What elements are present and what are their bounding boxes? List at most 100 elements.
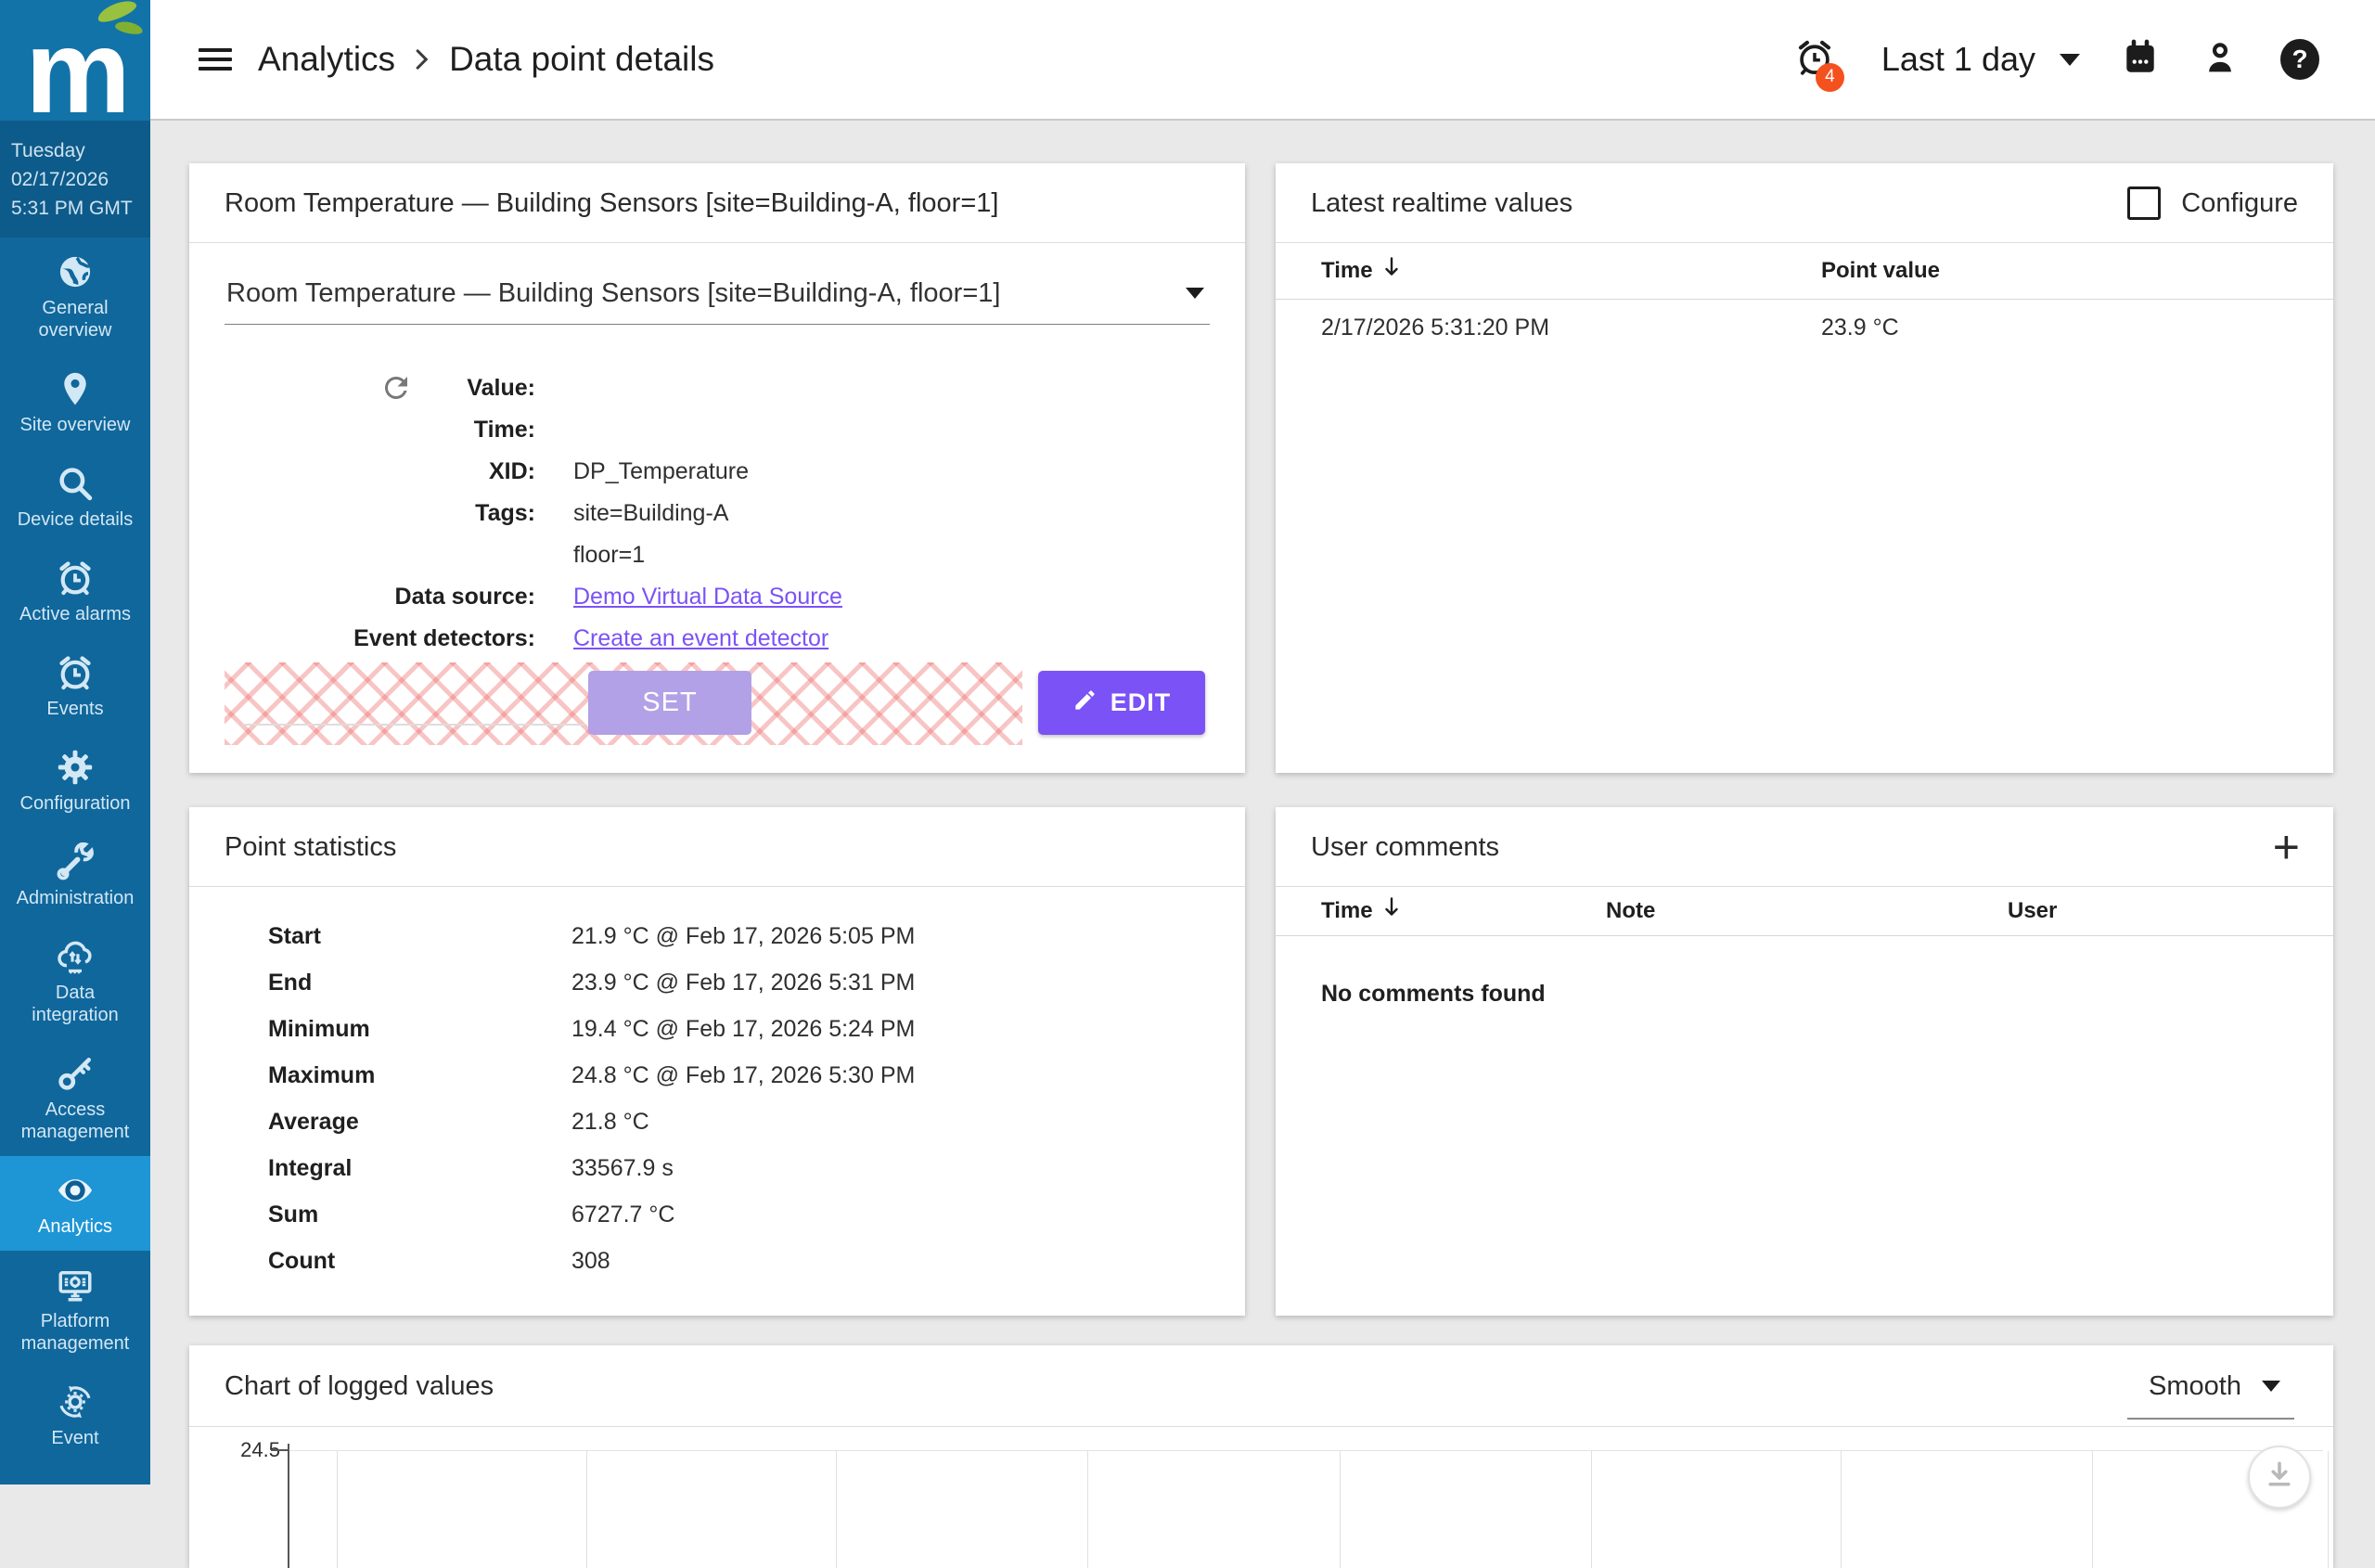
vertical-gridline bbox=[1591, 1451, 1592, 1568]
edit-button[interactable]: EDIT bbox=[1038, 671, 1205, 735]
alarm-clock-icon bbox=[4, 559, 147, 599]
horizontal-gridline bbox=[289, 1450, 2323, 1451]
sidebar-item-label: Active alarms bbox=[14, 603, 136, 625]
sidebar-item-analytics[interactable]: Analytics bbox=[0, 1156, 150, 1251]
xid-label: XID: bbox=[189, 451, 535, 493]
point-selector[interactable]: Room Temperature — Building Sensors [sit… bbox=[225, 278, 1210, 325]
no-comments-message: No comments found bbox=[1321, 981, 2333, 1008]
sidebar-item-administration[interactable]: Administration bbox=[0, 828, 150, 922]
realtime-row-time: 2/17/2026 5:31:20 PM bbox=[1276, 315, 1821, 341]
stat-row: Count308 bbox=[268, 1238, 1210, 1284]
user-comments-card: User comments + Time Note User No commen… bbox=[1276, 807, 2333, 1316]
sidebar-item-general-overview[interactable]: General overview bbox=[0, 238, 150, 354]
y-axis-tick-mark bbox=[271, 1449, 288, 1451]
sidebar-item-access-management[interactable]: Access management bbox=[0, 1039, 150, 1156]
user-account-button[interactable] bbox=[2201, 37, 2240, 83]
sidebar-item-label: General overview bbox=[14, 297, 136, 341]
globe-icon bbox=[4, 252, 147, 293]
date-text: 02/17/2026 bbox=[11, 165, 143, 194]
sidebar-item-data-integration[interactable]: Data integration bbox=[0, 922, 150, 1039]
gear-icon bbox=[4, 748, 147, 789]
help-button[interactable]: ? bbox=[2280, 39, 2319, 80]
chart-plot-area[interactable]: 24.5 bbox=[189, 1427, 2333, 1568]
sidebar-item-label: Events bbox=[14, 698, 136, 720]
rollup-mode-select[interactable]: Smooth bbox=[2149, 1345, 2280, 1427]
realtime-row[interactable]: 2/17/2026 5:31:20 PM 23.9 °C bbox=[1276, 300, 2333, 341]
sidebar: m Tuesday 02/17/2026 5:31 PM GMT General… bbox=[0, 0, 150, 1484]
point-details-card: Room Temperature — Building Sensors [sit… bbox=[189, 163, 1245, 773]
chevron-right-icon bbox=[414, 46, 430, 72]
question-mark-icon: ? bbox=[2292, 45, 2307, 74]
sidebar-item-platform-management[interactable]: Platform management bbox=[0, 1251, 150, 1368]
rollup-select-underline bbox=[2127, 1418, 2294, 1420]
sidebar-item-label: Event bbox=[14, 1427, 136, 1449]
edit-button-label: EDIT bbox=[1110, 688, 1172, 717]
sidebar-item-site-overview[interactable]: Site overview bbox=[0, 354, 150, 449]
realtime-row-value: 23.9 °C bbox=[1821, 315, 2192, 341]
user-column-header[interactable]: User bbox=[2008, 898, 2193, 924]
gear-arrows-icon bbox=[4, 1382, 147, 1423]
calendar-button[interactable] bbox=[2121, 37, 2160, 83]
wrench-icon bbox=[4, 842, 147, 883]
refresh-icon[interactable] bbox=[379, 371, 413, 409]
comments-table-header: Time Note User bbox=[1276, 887, 2333, 936]
tag-value: floor=1 bbox=[573, 534, 645, 576]
chevron-down-icon bbox=[2262, 1381, 2280, 1392]
configure-checkbox[interactable] bbox=[2127, 186, 2161, 220]
time-column-header[interactable]: Time bbox=[1276, 895, 1606, 927]
sidebar-item-events[interactable]: Events bbox=[0, 638, 150, 733]
sidebar-item-label: Device details bbox=[14, 508, 136, 531]
weekday-text: Tuesday bbox=[11, 136, 143, 165]
alarm-notifications-button[interactable]: 4 bbox=[1794, 37, 1835, 83]
sort-desc-icon bbox=[1382, 255, 1401, 287]
chevron-down-icon bbox=[1186, 288, 1204, 299]
vertical-gridline bbox=[337, 1451, 338, 1568]
value-label: Value: bbox=[189, 367, 535, 409]
add-comment-button[interactable]: + bbox=[2273, 807, 2300, 887]
sidebar-item-configuration[interactable]: Configuration bbox=[0, 733, 150, 828]
sidebar-item-label: Administration bbox=[14, 887, 136, 909]
time-column-header[interactable]: Time bbox=[1276, 255, 1821, 287]
menu-icon[interactable] bbox=[199, 48, 232, 71]
stat-row: Maximum24.8 °C @ Feb 17, 2026 5:30 PM bbox=[268, 1052, 1210, 1099]
point-statistics-card: Point statistics Start21.9 °C @ Feb 17, … bbox=[189, 807, 1245, 1316]
point-detail-fields: Value: Time: XID:DP_Temperature Tags:sit… bbox=[189, 367, 1245, 660]
point-value-column-header[interactable]: Point value bbox=[1821, 258, 2192, 284]
tags-label: Tags: bbox=[189, 493, 535, 534]
sidebar-nav: General overview Site overview Device de… bbox=[0, 238, 150, 1484]
pencil-icon bbox=[1072, 688, 1098, 719]
eye-icon bbox=[4, 1171, 147, 1212]
breadcrumb: Analytics Data point details bbox=[258, 40, 714, 79]
alarm-clock-icon bbox=[4, 653, 147, 694]
sidebar-item-device-details[interactable]: Device details bbox=[0, 449, 150, 544]
chart-card-title: Chart of logged values bbox=[189, 1345, 2333, 1427]
time-range-value: Last 1 day bbox=[1881, 40, 2035, 79]
create-event-detector-link[interactable]: Create an event detector bbox=[573, 625, 828, 651]
app-logo[interactable]: m bbox=[0, 0, 150, 121]
note-column-header[interactable]: Note bbox=[1606, 898, 2008, 924]
sort-desc-icon bbox=[1382, 895, 1401, 927]
time-label: Time: bbox=[189, 409, 535, 451]
vertical-gridline bbox=[1841, 1451, 1842, 1568]
sidebar-item-active-alarms[interactable]: Active alarms bbox=[0, 544, 150, 638]
key-icon bbox=[4, 1054, 147, 1095]
realtime-table-header: Time Point value bbox=[1276, 243, 2333, 300]
download-chart-button[interactable] bbox=[2248, 1446, 2311, 1509]
location-pin-icon bbox=[4, 369, 147, 410]
stat-row: End23.9 °C @ Feb 17, 2026 5:31 PM bbox=[268, 959, 1210, 1006]
sidebar-item-label: Analytics bbox=[14, 1215, 136, 1238]
breadcrumb-analytics[interactable]: Analytics bbox=[258, 40, 395, 79]
plus-icon: + bbox=[2273, 824, 2300, 870]
time-range-select[interactable]: Last 1 day bbox=[1881, 40, 2080, 79]
set-button[interactable]: SET bbox=[588, 671, 751, 735]
y-axis-tick-label: 24.5 bbox=[189, 1438, 280, 1462]
data-source-link[interactable]: Demo Virtual Data Source bbox=[573, 584, 842, 610]
stat-row: Start21.9 °C @ Feb 17, 2026 5:05 PM bbox=[268, 913, 1210, 959]
logo-letter: m bbox=[25, 24, 125, 121]
page-title: Data point details bbox=[449, 40, 714, 79]
set-input-underline bbox=[243, 724, 584, 726]
sidebar-item-event[interactable]: Event bbox=[0, 1368, 150, 1462]
chart-card: Chart of logged values Smooth 24.5 bbox=[189, 1345, 2333, 1568]
rollup-mode-value: Smooth bbox=[2149, 1371, 2241, 1402]
configure-toggle[interactable]: Configure bbox=[2127, 163, 2298, 243]
